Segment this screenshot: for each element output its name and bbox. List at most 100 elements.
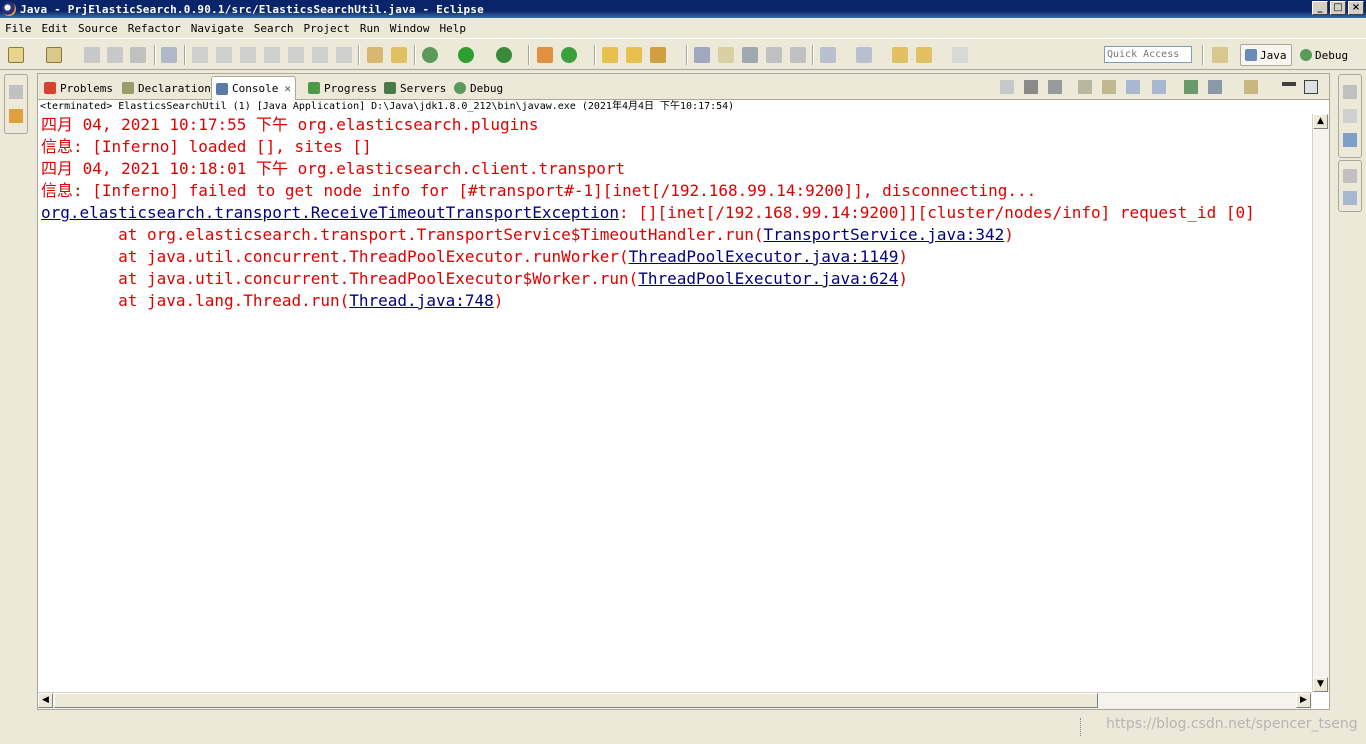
stacktrace-link[interactable]: TransportService.java:342: [763, 225, 1004, 244]
disconnect-icon[interactable]: [264, 47, 280, 63]
menu-navigate[interactable]: Navigate: [186, 22, 249, 35]
java-perspective-icon: [1245, 49, 1257, 61]
remove-launch-icon[interactable]: [1024, 80, 1038, 94]
view-icon[interactable]: [1343, 191, 1357, 205]
toggle-word-wrap-icon[interactable]: [766, 47, 782, 63]
use-step-filters-icon[interactable]: [391, 47, 407, 63]
menu-run[interactable]: Run: [355, 22, 385, 35]
save-all-icon[interactable]: [107, 47, 123, 63]
step-over-icon[interactable]: [312, 47, 328, 63]
pin-console-icon[interactable]: [1184, 80, 1198, 94]
tab-declaration[interactable]: Declaration: [118, 77, 215, 99]
terminate-icon[interactable]: [1000, 80, 1014, 94]
run-icon[interactable]: [458, 47, 474, 63]
restore-icon[interactable]: [1343, 169, 1357, 183]
open-type-icon[interactable]: [602, 47, 618, 63]
toggle-mark-occurrences-icon[interactable]: [694, 47, 710, 63]
menu-project[interactable]: Project: [298, 22, 354, 35]
menu-window[interactable]: Window: [385, 22, 435, 35]
tab-servers[interactable]: Servers: [380, 77, 450, 99]
scroll-left-button[interactable]: ◀: [38, 693, 53, 708]
close-button[interactable]: ×: [1348, 1, 1364, 15]
restore-icon[interactable]: [9, 85, 23, 99]
display-selected-console-icon[interactable]: [1208, 80, 1222, 94]
print-icon[interactable]: [130, 47, 146, 63]
open-console-icon[interactable]: [1244, 80, 1258, 94]
package-explorer-icon[interactable]: [9, 109, 23, 123]
menu-refactor[interactable]: Refactor: [123, 22, 186, 35]
next-annotation-icon[interactable]: [820, 47, 836, 63]
menu-bar: File Edit Source Refactor Navigate Searc…: [0, 18, 1366, 38]
exception-link[interactable]: org.elasticsearch.transport.ReceiveTimeo…: [41, 203, 619, 222]
tab-progress[interactable]: Progress: [304, 77, 381, 99]
vertical-scrollbar[interactable]: ▲ ▼: [1312, 114, 1329, 692]
forward-icon[interactable]: [952, 47, 968, 63]
horizontal-scroll-thumb[interactable]: [54, 693, 1098, 708]
new-java-class-icon[interactable]: [561, 47, 577, 63]
menu-help[interactable]: Help: [434, 22, 471, 35]
close-icon[interactable]: ✕: [284, 82, 291, 95]
console-line: at java.lang.Thread.run(Thread.java:748): [41, 290, 1312, 312]
menu-edit[interactable]: Edit: [37, 22, 74, 35]
suspend-icon[interactable]: [216, 47, 232, 63]
scroll-up-button[interactable]: ▲: [1313, 114, 1328, 129]
tab-problems[interactable]: Problems: [40, 77, 117, 99]
stacktrace-link[interactable]: ThreadPoolExecutor.java:1149: [629, 247, 899, 266]
terminate-icon[interactable]: [240, 47, 256, 63]
stacktrace-link[interactable]: Thread.java:748: [349, 291, 494, 310]
new-icon[interactable]: [8, 47, 24, 63]
stacktrace-link[interactable]: ThreadPoolExecutor.java:624: [638, 269, 898, 288]
console-text: at org.elasticsearch.transport.Transport…: [41, 225, 764, 244]
resume-icon[interactable]: [192, 47, 208, 63]
maximize-view-icon[interactable]: [1304, 80, 1318, 94]
new-java-project-icon[interactable]: [537, 47, 553, 63]
menu-file[interactable]: File: [0, 22, 37, 35]
search-icon[interactable]: [650, 47, 666, 63]
restore-icon[interactable]: [1343, 85, 1357, 99]
tab-console[interactable]: Console ✕: [211, 76, 296, 100]
watermark: https://blog.csdn.net/spencer_tseng: [1106, 716, 1358, 732]
last-edit-location-icon[interactable]: [892, 47, 908, 63]
horizontal-scrollbar[interactable]: ◀ ▶: [38, 692, 1312, 709]
console-output[interactable]: 四月 04, 2021 10:17:55 下午 org.elasticsearc…: [38, 114, 1312, 692]
remove-all-terminated-icon[interactable]: [1048, 80, 1062, 94]
scroll-down-button[interactable]: ▼: [1313, 677, 1328, 692]
outline-icon[interactable]: [1343, 133, 1357, 147]
show-source-icon[interactable]: [790, 47, 806, 63]
maximize-button[interactable]: □: [1330, 1, 1346, 15]
step-return-icon[interactable]: [336, 47, 352, 63]
clear-console-icon[interactable]: [1078, 80, 1092, 94]
save-icon[interactable]: [84, 47, 100, 63]
open-perspective-icon[interactable]: [1212, 47, 1228, 63]
previous-annotation-icon[interactable]: [856, 47, 872, 63]
open-console-icon[interactable]: [367, 47, 383, 63]
perspective-debug[interactable]: Debug: [1296, 44, 1352, 66]
scroll-right-button[interactable]: ▶: [1296, 693, 1311, 708]
console-line: 信息: [Inferno] loaded [], sites []: [41, 136, 1312, 158]
skip-breakpoints-icon[interactable]: [161, 47, 177, 63]
toggle-block-selection-icon[interactable]: [718, 47, 734, 63]
quick-access-input[interactable]: [1104, 46, 1192, 63]
menu-search[interactable]: Search: [249, 22, 299, 35]
task-list-icon[interactable]: [1343, 109, 1357, 123]
perspective-java[interactable]: Java: [1240, 44, 1292, 66]
scroll-lock-icon[interactable]: [1102, 80, 1116, 94]
show-console-stderr-icon[interactable]: [1152, 80, 1166, 94]
console-text: ): [1004, 225, 1014, 244]
new-package-icon[interactable]: [46, 47, 62, 63]
debug-run-icon[interactable]: [422, 47, 438, 63]
console-text: 信息: [Inferno] loaded [], sites []: [41, 137, 372, 156]
show-console-stdout-icon[interactable]: [1126, 80, 1140, 94]
step-into-icon[interactable]: [288, 47, 304, 63]
tab-debug[interactable]: Debug: [450, 77, 507, 99]
back-icon[interactable]: [916, 47, 932, 63]
right-trim-stack-bottom: [1338, 160, 1362, 212]
open-folder-icon[interactable]: [626, 47, 642, 63]
menu-source[interactable]: Source: [73, 22, 123, 35]
external-tools-icon[interactable]: [496, 47, 512, 63]
show-whitespace-icon[interactable]: [742, 47, 758, 63]
minimize-view-icon[interactable]: [1282, 82, 1296, 86]
minimize-button[interactable]: _: [1312, 1, 1328, 15]
console-text: at java.util.concurrent.ThreadPoolExecut…: [41, 269, 639, 288]
progress-icon: [308, 82, 320, 94]
